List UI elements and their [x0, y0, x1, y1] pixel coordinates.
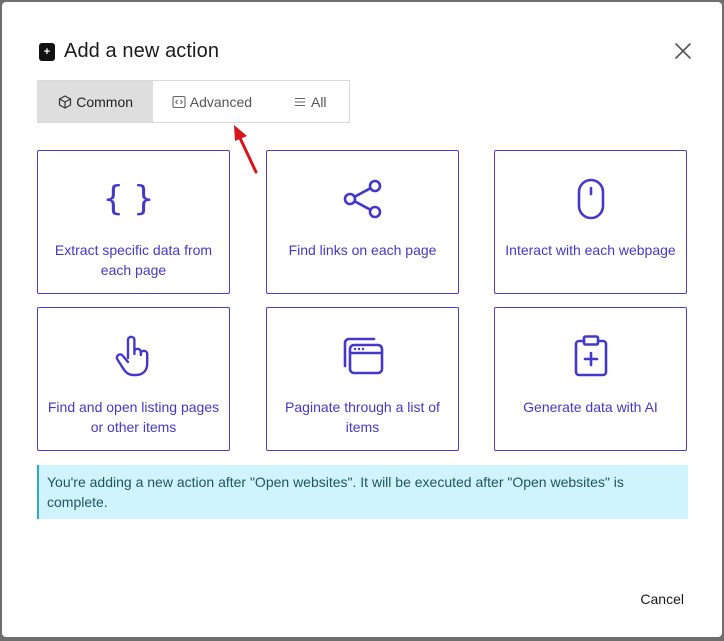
windows-stack-icon [267, 334, 458, 378]
clipboard-plus-icon [495, 334, 686, 378]
card-generate-ai[interactable]: Generate data with AI [494, 307, 687, 451]
tab-common-label: Common [76, 93, 134, 110]
action-tabs: Common Advanced All [37, 80, 350, 123]
braces-icon: {} [103, 179, 164, 219]
add-action-dialog: + Add a new action Common Advanced All {… [2, 2, 722, 637]
mouse-icon [495, 177, 686, 221]
card-paginate[interactable]: Paginate through a list of items [266, 307, 459, 451]
card-label: Find and open listing pages or other ite… [47, 399, 220, 435]
dialog-header: + Add a new action [39, 40, 219, 63]
cancel-button[interactable]: Cancel [640, 591, 684, 607]
card-label: Interact with each webpage [505, 242, 676, 258]
pointer-hand-icon [38, 334, 229, 378]
card-find-links[interactable]: Find links on each page [266, 150, 459, 294]
card-label: Paginate through a list of items [285, 399, 440, 435]
tab-all[interactable]: All [271, 81, 350, 122]
close-button[interactable] [674, 42, 692, 60]
card-interact-webpage[interactable]: Interact with each webpage [494, 150, 687, 294]
card-extract-data[interactable]: {} Extract specific data from each page [37, 150, 230, 294]
cube-icon [58, 94, 72, 109]
dialog-title: Add a new action [64, 40, 220, 62]
tab-all-label: All [310, 93, 327, 110]
tab-advanced-label: Advanced [189, 93, 253, 110]
red-arrow-annotation [234, 125, 258, 174]
card-label: Extract specific data from each page [54, 242, 213, 278]
close-icon [675, 43, 691, 59]
share-icon [267, 177, 458, 221]
card-label: Find links on each page [288, 242, 437, 258]
add-square-icon: + [39, 42, 55, 61]
tab-advanced[interactable]: Advanced [153, 81, 270, 122]
info-alert: You're adding a new action after "Open w… [37, 465, 688, 519]
code-icon [172, 95, 186, 109]
card-open-listing-pages[interactable]: Find and open listing pages or other ite… [37, 307, 230, 451]
card-label: Generate data with AI [523, 399, 658, 415]
list-icon [293, 95, 307, 109]
tab-common[interactable]: Common [38, 81, 154, 122]
